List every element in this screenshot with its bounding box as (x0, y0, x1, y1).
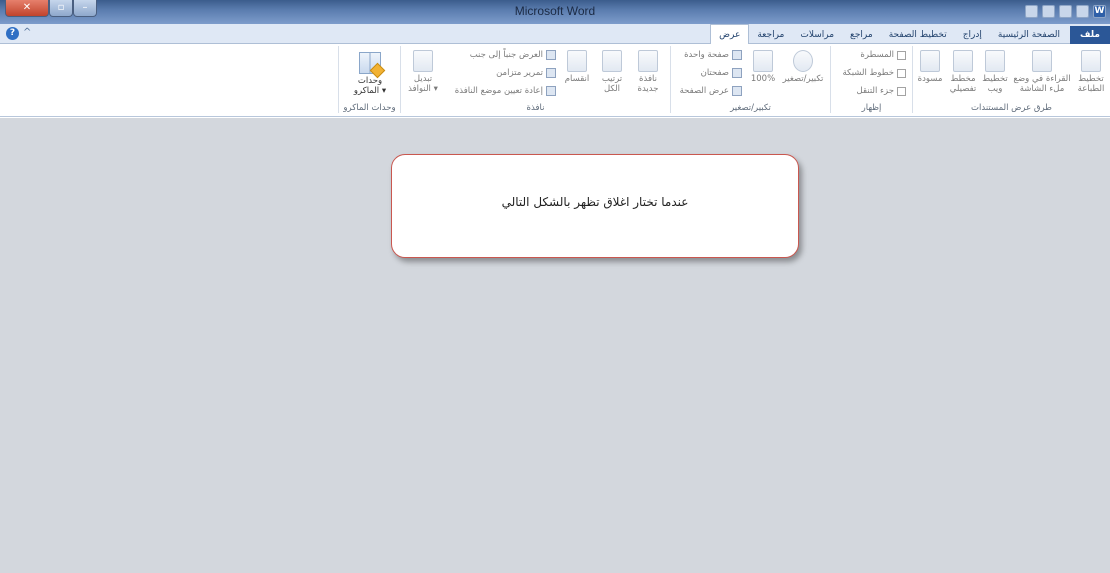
quick-access-toolbar: W (1025, 3, 1106, 20)
group-label-zoom: تكبير/تصغير (730, 103, 771, 113)
print-layout-icon (1081, 50, 1101, 72)
draft-icon (920, 50, 940, 72)
reset-window-icon (546, 86, 556, 96)
page-width-button[interactable]: عرض الصفحة (680, 86, 742, 96)
ruler-checkbox-row[interactable]: المسطرة (860, 50, 906, 60)
group-label-document-views: طرق عرض المستندات (971, 103, 1052, 113)
web-layout-icon (985, 50, 1005, 72)
group-window: نافذة جديدة ترتيب الكل انقسام العرض جنبا… (400, 46, 670, 113)
zoom-100-icon (753, 50, 773, 72)
gridlines-checkbox[interactable] (897, 68, 906, 78)
outline-icon (953, 50, 973, 72)
split-button[interactable]: انقسام (560, 50, 594, 84)
sync-scroll-icon (546, 68, 556, 78)
group-macros: وحدات الماكرو ▾ وحدات الماكرو (338, 46, 400, 113)
window-title: Microsoft Word (514, 4, 596, 18)
macros-button[interactable]: وحدات الماكرو ▾ (347, 52, 393, 96)
one-page-button[interactable]: صفحة واحدة (684, 50, 742, 60)
page-width-icon (732, 86, 742, 96)
tab-mailings[interactable]: مراسلات (792, 26, 842, 44)
save-icon[interactable] (1076, 5, 1089, 18)
group-label-macros: وحدات الماكرو (343, 103, 396, 113)
gridlines-checkbox-row[interactable]: خطوط الشبكة (842, 68, 906, 78)
minimize-ribbon-icon[interactable]: ^ (23, 27, 31, 38)
callout-text: عندما تختار اغلاق تظهر بالشكل التالي (501, 195, 689, 209)
tab-view[interactable]: عرض (710, 24, 750, 44)
one-page-icon (732, 50, 742, 60)
title-bar: ✕ ▫ – Microsoft Word W (0, 0, 1110, 24)
magnifier-icon (793, 50, 813, 72)
synchronous-scrolling-button[interactable]: تمرير متزامن (496, 68, 556, 78)
draft-button[interactable]: مسودة (914, 50, 946, 84)
print-layout-button[interactable]: تخطيط الطباعة (1074, 50, 1108, 94)
outline-button[interactable]: مخطط تفصيلي (948, 50, 978, 94)
group-show: المسطرة خطوط الشبكة جزء التنقل إظهار (830, 46, 912, 113)
zoom-100-button[interactable]: 100% (748, 50, 778, 84)
customize-qat-icon[interactable] (1025, 5, 1038, 18)
ribbon-tabs-bar: ? ^ ملف الصفحة الرئيسية إدراج تخطيط الصف… (0, 24, 1110, 44)
group-label-window: نافذة (526, 103, 545, 113)
help-icon[interactable]: ? (6, 27, 19, 40)
ruler-checkbox[interactable] (897, 50, 906, 60)
zoom-button[interactable]: تكبير/تصغير (780, 50, 826, 84)
arrange-all-button[interactable]: ترتيب الكل (596, 50, 628, 94)
new-window-icon (638, 50, 658, 72)
navigation-pane-checkbox[interactable] (897, 86, 906, 96)
split-icon (567, 50, 587, 72)
arrange-all-icon (602, 50, 622, 72)
group-zoom: تكبير/تصغير 100% صفحة واحدة صفحتان عرض ا… (670, 46, 830, 113)
new-window-button[interactable]: نافذة جديدة (630, 50, 666, 94)
two-pages-button[interactable]: صفحتان (701, 68, 742, 78)
switch-windows-icon (413, 50, 433, 72)
macros-icon (359, 52, 381, 74)
full-screen-reading-button[interactable]: القراءة في وضع ملء الشاشة (1012, 50, 1072, 94)
ribbon-tabs: ملف الصفحة الرئيسية إدراج تخطيط الصفحة م… (710, 24, 1110, 44)
view-side-by-side-button[interactable]: العرض جنباً إلى جنب (470, 50, 556, 60)
two-pages-icon (732, 68, 742, 78)
group-label-show: إظهار (861, 103, 882, 113)
switch-windows-button[interactable]: تبديل النوافذ ▾ (403, 50, 443, 94)
tab-review[interactable]: مراجعة (749, 26, 792, 44)
tab-references[interactable]: مراجع (842, 26, 881, 44)
ribbon: تخطيط الطباعة القراءة في وضع ملء الشاشة … (0, 44, 1110, 117)
tab-home[interactable]: الصفحة الرئيسية (990, 26, 1068, 44)
tab-file[interactable]: ملف (1070, 26, 1110, 44)
full-screen-reading-icon (1032, 50, 1052, 72)
group-document-views: تخطيط الطباعة القراءة في وضع ملء الشاشة … (912, 46, 1110, 113)
word-logo-icon[interactable]: W (1093, 5, 1106, 18)
reset-window-position-button[interactable]: إعادة تعيين موضع النافذة (455, 86, 556, 96)
redo-icon[interactable] (1042, 5, 1055, 18)
undo-icon[interactable] (1059, 5, 1072, 18)
tab-insert[interactable]: إدراج (955, 26, 990, 44)
tab-page-layout[interactable]: تخطيط الصفحة (881, 26, 955, 44)
callout-box: عندما تختار اغلاق تظهر بالشكل التالي (391, 154, 799, 258)
web-layout-button[interactable]: تخطيط ويب (980, 50, 1010, 94)
navigation-pane-checkbox-row[interactable]: جزء التنقل (857, 86, 906, 96)
side-by-side-icon (546, 50, 556, 60)
